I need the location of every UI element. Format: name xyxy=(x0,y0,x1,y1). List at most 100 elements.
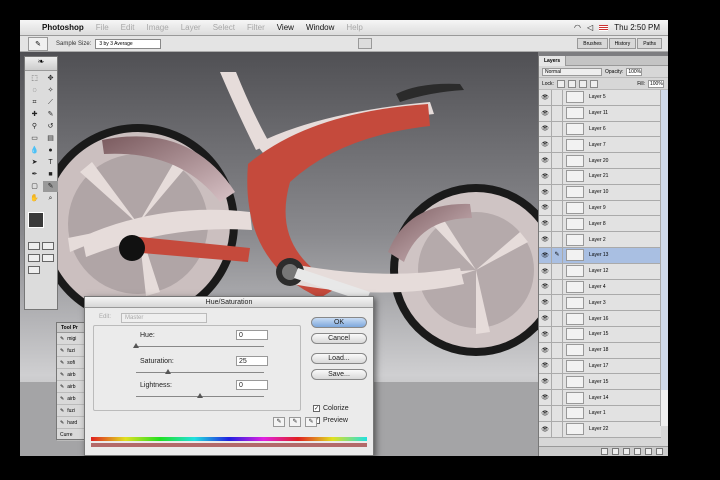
app-menu[interactable]: Photoshop xyxy=(42,23,84,32)
eyedropper-minus-icon[interactable]: ✎ xyxy=(305,417,317,427)
standard-mode-icon[interactable] xyxy=(28,242,40,250)
link-icon[interactable] xyxy=(551,232,563,248)
layer-row[interactable]: 👁 Layer 18 xyxy=(539,342,661,359)
menu-view[interactable]: View xyxy=(277,23,294,32)
visibility-eye-icon[interactable]: 👁 xyxy=(539,347,551,354)
link-icon[interactable] xyxy=(551,168,563,184)
pen-tool-icon[interactable]: ✒ xyxy=(27,169,42,180)
gradient-tool-icon[interactable]: ▤ xyxy=(43,133,58,144)
layer-row[interactable]: 👁 Layer 20 xyxy=(539,153,661,169)
visibility-eye-icon[interactable]: 👁 xyxy=(539,331,551,338)
quickmask-mode-icon[interactable] xyxy=(42,242,54,250)
layer-row[interactable]: 👁 Layer 8 xyxy=(539,216,661,233)
layer-row[interactable]: 👁 Layer 14 xyxy=(539,390,661,406)
layer-row[interactable]: 👁 Layer 15 xyxy=(539,326,661,343)
lock-transparency-icon[interactable] xyxy=(556,79,565,88)
layers-scroll-thumb[interactable] xyxy=(661,90,668,390)
slice-tool-icon[interactable]: ⟋ xyxy=(43,97,58,108)
colorize-check-icon[interactable]: ✓ xyxy=(313,405,320,412)
blend-mode-select[interactable]: Normal xyxy=(542,67,602,76)
visibility-eye-icon[interactable]: 👁 xyxy=(539,173,551,180)
link-icon[interactable] xyxy=(551,374,563,390)
brush-icon[interactable]: ✎ xyxy=(551,247,563,263)
hue-slider[interactable] xyxy=(133,343,264,348)
visibility-eye-icon[interactable]: 👁 xyxy=(539,299,551,306)
eyedropper-tool-icon[interactable]: ✎ xyxy=(28,36,48,51)
layer-mask-icon[interactable] xyxy=(612,448,619,455)
layer-row[interactable]: 👁 Layer 17 xyxy=(539,358,661,375)
layer-row[interactable]: 👁 Layer 11 xyxy=(539,105,661,122)
layers-scrollbar[interactable] xyxy=(660,90,668,426)
layer-row[interactable]: 👁 Layer 10 xyxy=(539,184,661,201)
link-icon[interactable] xyxy=(551,153,563,169)
palette-well-history[interactable]: History xyxy=(608,38,637,49)
visibility-eye-icon[interactable]: 👁 xyxy=(539,157,551,164)
layer-row[interactable]: 👁 Layer 1 xyxy=(539,405,661,422)
load-button[interactable]: Load... xyxy=(311,353,367,364)
eyedropper-tool-icon[interactable]: ✎ xyxy=(43,181,58,192)
shape-tool-icon[interactable]: ■ xyxy=(43,169,58,180)
stamp-tool-icon[interactable]: ⚲ xyxy=(27,121,42,132)
visibility-eye-icon[interactable]: 👁 xyxy=(539,268,551,275)
visibility-eye-icon[interactable]: 👁 xyxy=(539,220,551,227)
layer-row[interactable]: 👁 Layer 4 xyxy=(539,279,661,296)
link-icon[interactable] xyxy=(551,184,563,200)
cancel-button[interactable]: Cancel xyxy=(311,333,367,344)
link-icon[interactable] xyxy=(551,137,563,153)
visibility-eye-icon[interactable]: 👁 xyxy=(539,252,551,259)
link-icon[interactable] xyxy=(551,311,563,327)
visibility-eye-icon[interactable]: 👁 xyxy=(539,410,551,417)
adjustment-layer-icon[interactable] xyxy=(634,448,641,455)
layer-style-icon[interactable] xyxy=(601,448,608,455)
link-icon[interactable] xyxy=(551,342,563,358)
visibility-eye-icon[interactable]: 👁 xyxy=(539,315,551,322)
eyedropper-icon[interactable]: ✎ xyxy=(273,417,285,427)
sample-size-select[interactable]: 3 by 3 Average xyxy=(95,38,162,49)
link-icon[interactable] xyxy=(551,89,563,105)
wifi-icon[interactable]: ◠ xyxy=(574,23,581,32)
flag-icon[interactable] xyxy=(599,24,609,31)
dodge-tool-icon[interactable]: ● xyxy=(43,145,58,156)
lock-position-icon[interactable] xyxy=(578,79,587,88)
saturation-slider-thumb[interactable] xyxy=(165,369,171,374)
new-layer-icon[interactable] xyxy=(645,448,652,455)
magic-wand-tool-icon[interactable]: ✧ xyxy=(43,85,58,96)
link-icon[interactable] xyxy=(551,326,563,342)
hue-field[interactable]: 0 xyxy=(236,330,268,340)
move-tool-icon[interactable]: ✥ xyxy=(43,73,58,84)
new-set-icon[interactable] xyxy=(623,448,630,455)
trash-icon[interactable] xyxy=(656,448,663,455)
screen-mode-standard-icon[interactable] xyxy=(28,254,40,262)
saturation-slider[interactable] xyxy=(136,369,264,374)
opacity-field[interactable]: 100% xyxy=(626,67,643,76)
lasso-tool-icon[interactable]: ◌ xyxy=(27,85,42,96)
visibility-eye-icon[interactable]: 👁 xyxy=(539,94,551,101)
menu-select[interactable]: Select xyxy=(213,23,235,32)
fill-field[interactable]: 100% xyxy=(648,79,664,88)
hue-slider-thumb[interactable] xyxy=(133,343,139,348)
layer-row[interactable]: 👁 Layer 5 xyxy=(539,89,661,106)
crop-tool-icon[interactable]: ⌗ xyxy=(27,97,42,108)
type-tool-icon[interactable]: T xyxy=(43,157,58,168)
menu-layer[interactable]: Layer xyxy=(181,23,201,32)
link-icon[interactable] xyxy=(551,405,563,421)
save-button[interactable]: Save... xyxy=(311,369,367,380)
preview-checkbox[interactable]: ✓Preview xyxy=(313,417,348,424)
visibility-eye-icon[interactable]: 👁 xyxy=(539,426,551,433)
palette-well-paths[interactable]: Paths xyxy=(637,38,662,49)
lock-pixels-icon[interactable] xyxy=(567,79,576,88)
link-icon[interactable] xyxy=(551,421,563,437)
layer-row[interactable]: 👁 Layer 21 xyxy=(539,168,661,185)
blur-tool-icon[interactable]: 💧 xyxy=(27,145,42,156)
brush-tool-icon[interactable]: ✎ xyxy=(43,109,58,120)
visibility-eye-icon[interactable]: 👁 xyxy=(539,362,551,369)
layer-row[interactable]: 👁 Layer 7 xyxy=(539,137,661,154)
visibility-eye-icon[interactable]: 👁 xyxy=(539,236,551,243)
menu-window[interactable]: Window xyxy=(306,23,334,32)
menu-clock[interactable]: Thu 2:50 PM xyxy=(614,23,660,32)
link-icon[interactable] xyxy=(551,279,563,295)
palette-well-brushes[interactable]: Brushes xyxy=(577,38,608,49)
hand-tool-icon[interactable]: ✋ xyxy=(27,193,42,204)
colorize-checkbox[interactable]: ✓ Colorize xyxy=(313,405,349,412)
visibility-eye-icon[interactable]: 👁 xyxy=(539,283,551,290)
